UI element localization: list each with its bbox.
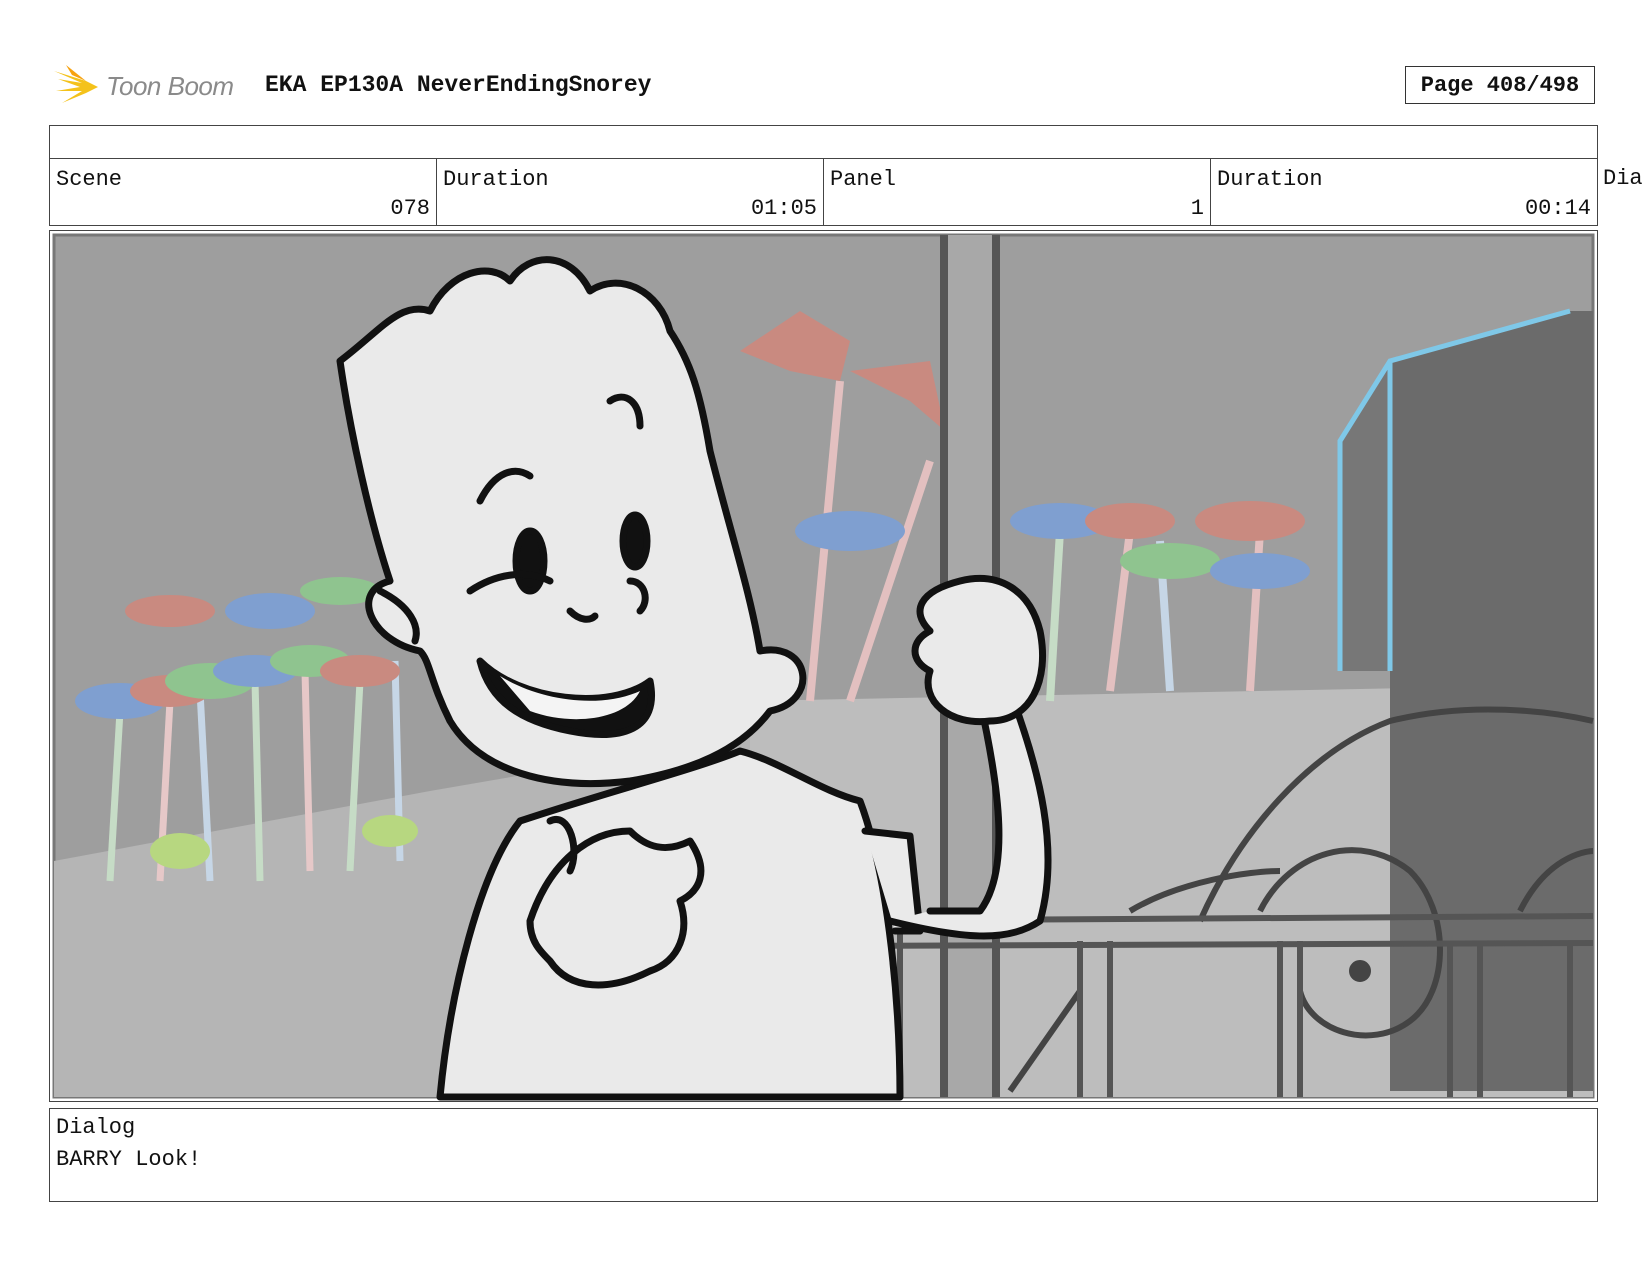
panel-value: 1 xyxy=(1190,196,1204,221)
toon-boom-logo: Toon Boom xyxy=(52,60,252,112)
dialog-box: Dialog BARRY Look! xyxy=(49,1108,1598,1202)
panel-label: Panel xyxy=(830,167,897,192)
dialog-label: Dialog xyxy=(56,1115,136,1140)
dialog-column-label-cut: Dia xyxy=(1603,166,1643,191)
scene-value: 078 xyxy=(390,196,430,221)
panel-cell: Panel 1 xyxy=(824,159,1211,225)
header-blank-row xyxy=(49,125,1598,159)
barry-right-eye xyxy=(619,511,651,571)
page-number: Page 408/498 xyxy=(1405,66,1595,104)
panel-duration-value: 00:14 xyxy=(1524,196,1591,221)
barry-left-eye xyxy=(512,527,548,595)
document-title: EKA EP130A NeverEndingSnorey xyxy=(265,72,652,98)
storyboard-panel xyxy=(49,230,1598,1102)
scene-label: Scene xyxy=(56,167,123,192)
barry-fist xyxy=(911,574,1047,726)
dialog-text: BARRY Look! xyxy=(56,1147,202,1172)
scene-duration-cell: Duration 01:05 xyxy=(437,159,824,225)
panel-drawing xyxy=(52,233,1595,1101)
panel-duration-cell: Duration 00:14 xyxy=(1211,159,1597,225)
scene-duration-label: Duration xyxy=(443,167,549,192)
scene-duration-value: 01:05 xyxy=(750,196,817,221)
panel-duration-label: Duration xyxy=(1217,167,1323,192)
logo-text: Toon Boom xyxy=(106,70,234,101)
scene-cell: Scene 078 xyxy=(50,159,437,225)
scene-info-row: Scene 078 Duration 01:05 Panel 1 Duratio… xyxy=(49,158,1598,226)
starburst-icon xyxy=(54,65,98,103)
